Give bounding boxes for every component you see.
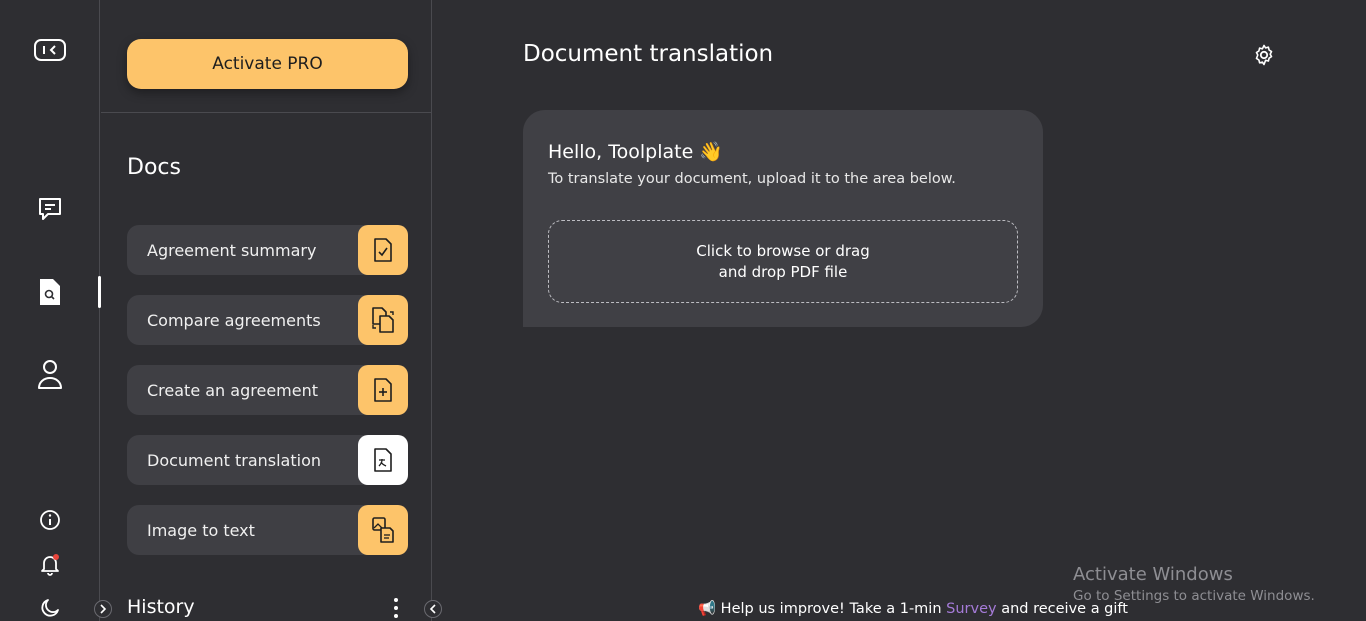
icon-rail [0, 0, 100, 621]
upload-card: Hello, Toolplate 👋 To translate your doc… [523, 110, 1043, 327]
doc-item-label: Image to text [147, 520, 255, 540]
watermark-title: Activate Windows [1073, 564, 1233, 585]
windows-activation-watermark: Activate Windows Go to Settings to activ… [1073, 564, 1315, 604]
doc-item-label: Create an agreement [147, 380, 318, 400]
dropzone-text-line1: Click to browse or drag [696, 241, 870, 260]
survey-link[interactable]: Survey [946, 601, 996, 617]
chat-icon[interactable] [34, 193, 66, 225]
document-search-icon[interactable] [34, 276, 66, 308]
user-icon[interactable] [34, 358, 66, 390]
doc-item-label: Compare agreements [147, 310, 321, 330]
sidebar-toggle-icon[interactable] [34, 35, 66, 67]
docs-title: Docs [127, 155, 181, 180]
file-plus-icon [358, 365, 408, 415]
upload-instructions: To translate your document, upload it to… [548, 171, 956, 187]
notification-bell-icon[interactable] [34, 548, 66, 580]
file-compare-icon [358, 295, 408, 345]
expand-rail-button[interactable] [94, 600, 112, 618]
file-translate-icon [358, 435, 408, 485]
history-title: History [127, 596, 195, 618]
activate-pro-button[interactable]: Activate PRO [127, 39, 408, 89]
dropzone-text-line2: and drop PDF file [718, 262, 848, 281]
history-menu-icon[interactable] [387, 596, 405, 620]
survey-banner: 📢 Help us improve! Take a 1-min Survey a… [698, 600, 1128, 617]
greeting: Hello, Toolplate 👋 [548, 141, 723, 163]
doc-item-create-agreement[interactable]: Create an agreement [127, 365, 408, 415]
collapse-panel-button[interactable] [424, 600, 442, 618]
gear-icon[interactable] [1252, 43, 1276, 67]
survey-prefix: 📢 Help us improve! Take a 1-min [698, 601, 947, 617]
file-check-icon [358, 225, 408, 275]
doc-item-label: Agreement summary [147, 240, 317, 260]
page-title: Document translation [523, 41, 774, 67]
panel-header: Activate PRO [101, 0, 431, 113]
watermark-subtitle: Go to Settings to activate Windows. [1073, 588, 1315, 604]
docs-panel: Activate PRO Docs Agreement summary Comp… [101, 0, 432, 621]
doc-item-compare-agreements[interactable]: Compare agreements [127, 295, 408, 345]
doc-item-image-to-text[interactable]: Image to text [127, 505, 408, 555]
moon-icon[interactable] [34, 592, 66, 621]
info-icon[interactable] [34, 504, 66, 536]
doc-item-agreement-summary[interactable]: Agreement summary [127, 225, 408, 275]
pdf-dropzone[interactable]: Click to browse or drag and drop PDF fil… [548, 220, 1018, 303]
doc-item-document-translation[interactable]: Document translation [127, 435, 408, 485]
image-to-text-icon [358, 505, 408, 555]
doc-item-label: Document translation [147, 450, 322, 470]
